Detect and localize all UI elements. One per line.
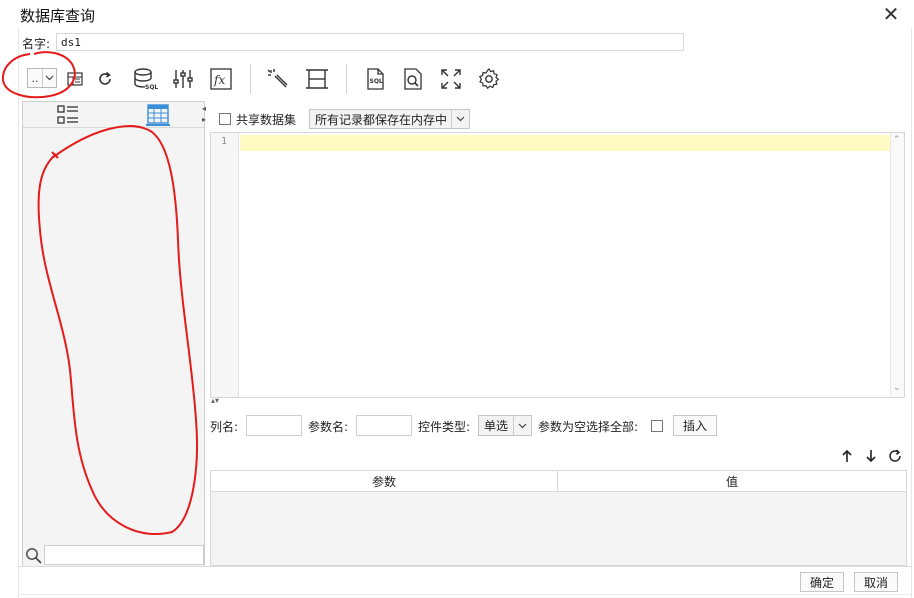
datasource-select[interactable]: .. — [27, 68, 57, 88]
database-sql-icon[interactable]: SQL — [131, 66, 159, 92]
refresh-params-icon[interactable] — [886, 446, 904, 466]
toolbar-separator — [250, 64, 251, 94]
search-preview-icon[interactable] — [399, 66, 427, 92]
param-name-input[interactable] — [356, 415, 412, 436]
refresh-icon[interactable] — [93, 68, 117, 90]
preview-icon[interactable] — [63, 68, 87, 90]
expand-left-arrow[interactable]: ▸ — [202, 115, 206, 124]
column-split-icon[interactable] — [303, 66, 331, 92]
formula-icon[interactable]: fx — [207, 66, 235, 92]
search-icon — [25, 547, 45, 567]
control-type-select[interactable]: 单选 — [478, 415, 532, 436]
sliders-icon[interactable] — [169, 66, 197, 92]
parameter-table-header: 参数 值 — [211, 471, 906, 492]
footer-divider — [18, 566, 912, 567]
control-type-value: 单选 — [484, 419, 509, 433]
empty-select-all-label: 参数为空选择全部: — [538, 420, 639, 434]
svg-text:SQL: SQL — [145, 84, 158, 91]
name-input[interactable] — [56, 33, 684, 51]
sql-file-icon[interactable]: SQL — [361, 66, 389, 92]
chevron-down-icon — [513, 416, 531, 435]
column-header-value[interactable]: 值 — [558, 471, 906, 491]
collapse-left-arrow[interactable]: ◂ — [202, 104, 206, 113]
move-down-icon[interactable] — [862, 446, 880, 466]
editor-vertical-scrollbar[interactable]: ⌃ ⌄ — [890, 133, 904, 397]
svg-text:SQL: SQL — [370, 78, 383, 85]
line-gutter: 1 — [211, 133, 239, 397]
dialog-title: 数据库查询 — [20, 7, 96, 25]
share-dataset-label: 共享数据集 — [236, 113, 297, 127]
sql-editor[interactable]: 1 ⌃ ⌄ — [210, 132, 905, 398]
param-name-label: 参数名: — [308, 420, 349, 434]
ok-button[interactable]: 确定 — [800, 572, 844, 592]
column-header-param[interactable]: 参数 — [211, 471, 558, 491]
control-type-label: 控件类型: — [418, 420, 471, 434]
editor-resize-arrows[interactable]: ▴▾ — [211, 396, 219, 405]
scroll-down-icon[interactable]: ⌄ — [893, 383, 901, 393]
name-label: 名字: — [22, 37, 51, 51]
frame-border-right — [911, 28, 912, 598]
insert-button[interactable]: 插入 — [673, 415, 717, 436]
svg-text:fx: fx — [213, 73, 225, 87]
scroll-up-icon[interactable]: ⌃ — [893, 135, 901, 145]
chevron-down-icon — [42, 69, 56, 87]
cancel-button[interactable]: 取消 — [854, 572, 898, 592]
list-view-icon[interactable] — [56, 104, 80, 126]
left-panel-tabs — [23, 102, 204, 128]
storage-mode-select[interactable]: 所有记录都保存在内存中 — [309, 109, 470, 129]
close-icon[interactable]: ✕ — [880, 4, 902, 26]
move-up-icon[interactable] — [838, 446, 856, 466]
datasource-select-value: .. — [31, 71, 39, 85]
tree-search-input[interactable] — [44, 545, 204, 565]
toolbar-separator — [346, 64, 347, 94]
window-bottom-edge — [18, 594, 912, 598]
fullscreen-icon[interactable] — [437, 66, 465, 92]
table-grid-icon[interactable] — [146, 104, 170, 126]
empty-select-all-checkbox[interactable] — [651, 420, 663, 432]
datasource-tree-panel — [22, 101, 205, 567]
frame-border-left — [18, 28, 19, 598]
share-dataset-checkbox[interactable] — [219, 113, 231, 125]
parameter-table: 参数 值 — [210, 470, 907, 566]
magic-wand-icon[interactable] — [264, 66, 292, 92]
line-number: 1 — [221, 136, 228, 147]
chevron-down-icon — [451, 110, 469, 128]
current-line-highlight — [240, 135, 890, 151]
column-name-input[interactable] — [246, 415, 302, 436]
settings-gear-icon[interactable] — [475, 66, 503, 92]
storage-mode-value: 所有记录都保存在内存中 — [315, 112, 448, 127]
column-name-label: 列名: — [210, 420, 239, 434]
